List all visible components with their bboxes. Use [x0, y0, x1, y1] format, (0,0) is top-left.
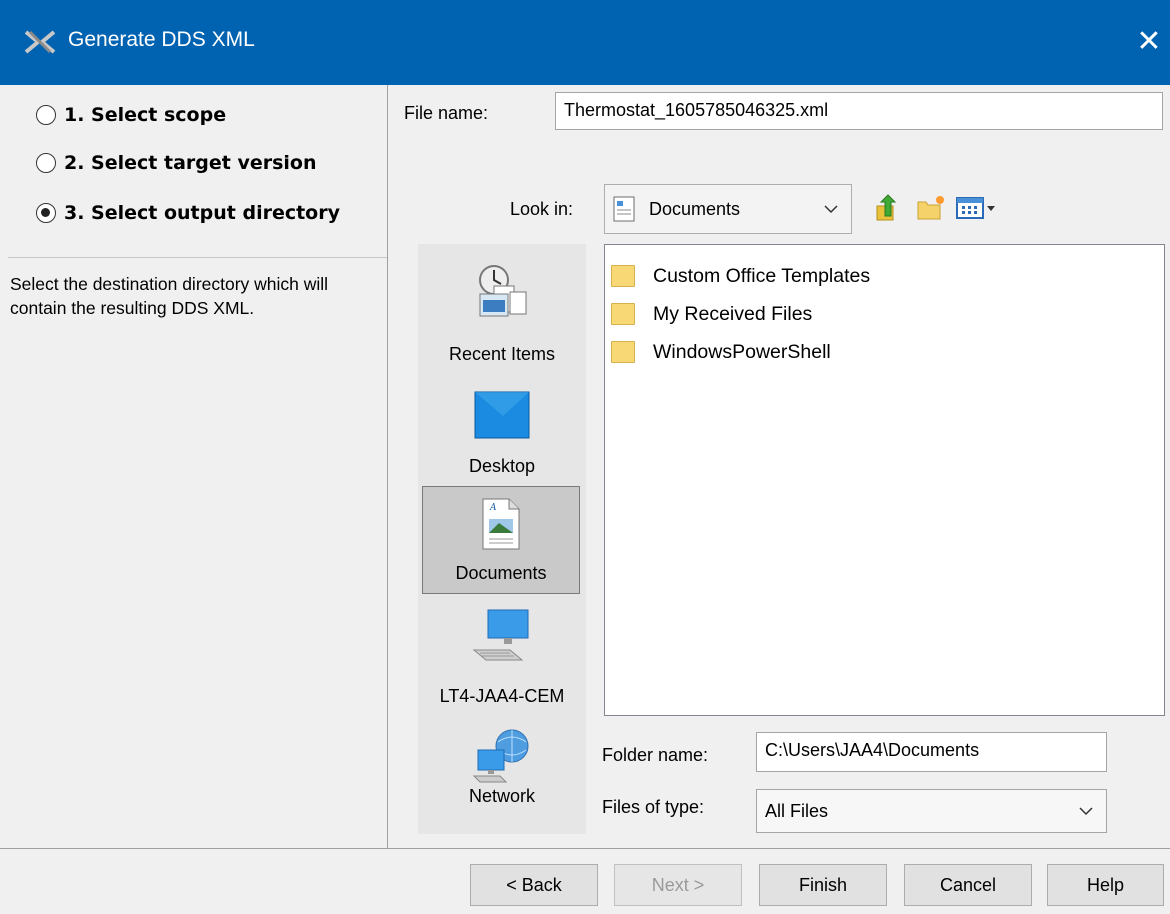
place-label: Network — [468, 786, 535, 806]
documents-icon — [613, 196, 635, 222]
place-computer[interactable]: LT4-JAA4-CEM — [422, 604, 582, 708]
look-in-select[interactable]: Documents — [604, 184, 852, 234]
svg-text:A: A — [489, 503, 497, 513]
panel-divider — [387, 85, 388, 848]
look-in-value: Documents — [649, 198, 741, 219]
file-name: My Received Files — [653, 302, 813, 325]
desktop-icon — [474, 391, 530, 439]
step-select-scope[interactable]: 1. Select scope — [36, 100, 226, 130]
network-icon — [472, 729, 529, 783]
chevron-down-icon — [1079, 807, 1093, 816]
folder-icon — [611, 341, 635, 363]
step-description: Select the destination directory which w… — [10, 274, 329, 318]
place-label: LT4-JAA4-CEM — [439, 686, 565, 706]
places-bar: Recent Items Desktop A Documents LT4-JAA… — [418, 244, 586, 834]
step-label: 2. Select target version — [64, 152, 317, 174]
folder-name-input[interactable]: C:\Users\JAA4\Documents — [756, 732, 1107, 772]
step-label: 1. Select scope — [64, 104, 227, 126]
place-desktop[interactable]: Desktop — [422, 382, 582, 482]
place-label: Documents — [455, 563, 547, 583]
help-button[interactable]: Help — [1047, 864, 1164, 906]
look-in-label: Look in: — [510, 199, 574, 219]
chevron-down-icon — [824, 205, 838, 214]
recent-items-icon — [479, 265, 527, 317]
files-of-type-value: All Files — [765, 800, 829, 821]
file-name: WindowsPowerShell — [653, 340, 831, 363]
documents-icon: A — [482, 498, 520, 550]
close-button[interactable]: ✕ — [1128, 20, 1170, 64]
folder-name-label: Folder name: — [602, 745, 709, 765]
step-label: 3. Select output directory — [64, 202, 340, 224]
place-recent-items[interactable]: Recent Items — [422, 258, 582, 368]
file-name-input[interactable]: Thermostat_1605785046325.xml — [555, 92, 1163, 130]
divider — [8, 257, 388, 258]
close-icon: ✕ — [1136, 25, 1162, 58]
files-of-type-select[interactable]: All Files — [756, 789, 1107, 833]
folder-icon — [611, 265, 635, 287]
radio-icon[interactable] — [36, 153, 56, 173]
file-list[interactable]: Custom Office Templates My Received File… — [604, 244, 1165, 716]
place-documents[interactable]: A Documents — [422, 486, 580, 594]
place-network[interactable]: Network — [422, 726, 582, 826]
place-label: Recent Items — [448, 344, 556, 364]
file-name: Custom Office Templates — [653, 264, 871, 287]
window-title: Generate DDS XML — [68, 28, 255, 51]
step-select-target-version[interactable]: 2. Select target version — [36, 148, 316, 178]
place-label: Desktop — [468, 456, 536, 476]
app-icon — [24, 30, 56, 54]
new-folder-icon[interactable] — [916, 194, 946, 222]
up-folder-icon[interactable] — [873, 194, 903, 222]
computer-icon — [472, 609, 529, 661]
radio-selected-icon[interactable] — [36, 203, 56, 223]
finish-button[interactable]: Finish — [759, 864, 887, 906]
folder-icon — [611, 303, 635, 325]
files-of-type-label: Files of type: — [602, 797, 705, 817]
next-button[interactable]: Next > — [614, 864, 742, 906]
step-select-output-directory[interactable]: 3. Select output directory — [36, 198, 340, 228]
radio-icon[interactable] — [36, 105, 56, 125]
back-button[interactable]: < Back — [470, 864, 598, 906]
cancel-button[interactable]: Cancel — [904, 864, 1032, 906]
list-item[interactable]: My Received Files — [611, 297, 812, 331]
title-bar: Generate DDS XML ✕ — [0, 0, 1170, 85]
list-item[interactable]: Custom Office Templates — [611, 259, 870, 293]
divider — [0, 848, 1170, 849]
list-item[interactable]: WindowsPowerShell — [611, 335, 831, 369]
file-name-label: File name: — [404, 103, 489, 123]
view-menu-icon[interactable] — [955, 194, 999, 222]
